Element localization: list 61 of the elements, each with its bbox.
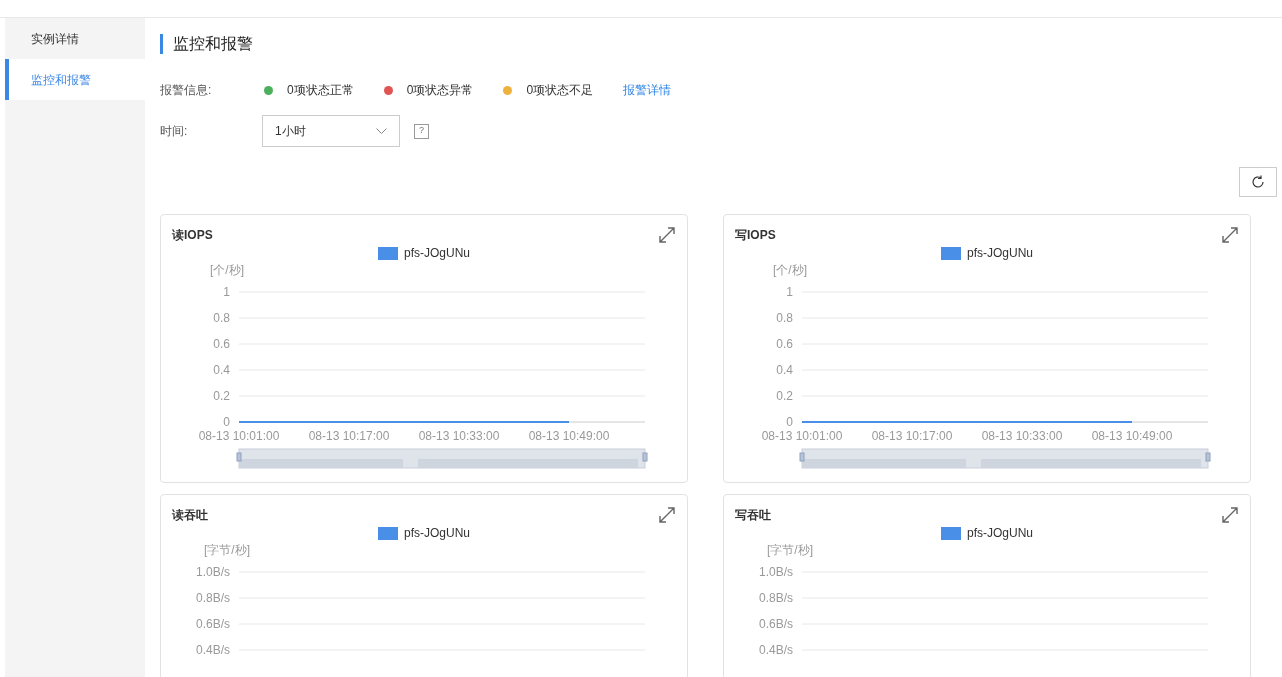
x-tick-label: 08-13 10:01:00 (198, 429, 280, 443)
legend-label: pfs-JOgUNu (967, 245, 1033, 262)
y-tick-label: 0.6 (213, 337, 230, 351)
sidebar-item[interactable]: 监控和报警 (5, 59, 145, 100)
x-tick-label: 08-13 10:49:00 (528, 429, 610, 443)
y-tick-label: 0.4 (213, 363, 230, 377)
help-button[interactable]: ? (414, 123, 429, 139)
y-tick-label: 0.8B/s (758, 591, 793, 605)
status-text: 0项状态正常 (287, 82, 354, 99)
time-label: 时间: (160, 123, 189, 140)
page-title: 监控和报警 (173, 34, 253, 54)
alarm-details-link[interactable]: 报警详情 (623, 81, 672, 99)
y-tick-label: 0.8 (776, 311, 793, 325)
refresh-button[interactable] (1239, 167, 1277, 197)
y-tick-label: 0.2 (213, 389, 230, 403)
y-axis-unit: [字节/秒] (767, 543, 813, 557)
y-tick-label: 0.4B/s (758, 643, 793, 657)
y-tick-label: 1 (786, 285, 793, 299)
y-tick-label: 0.6B/s (758, 617, 793, 631)
x-tick-label: 08-13 10:33:00 (418, 429, 500, 443)
legend-label: pfs-JOgUNu (404, 525, 470, 542)
alarm-label: 报警信息: (160, 82, 213, 99)
time-select[interactable]: 1小时 (262, 115, 400, 147)
y-axis-unit: [个/秒] (210, 263, 244, 277)
zoom-slider[interactable] (799, 448, 1211, 469)
status-text: 0项状态不足 (526, 82, 594, 99)
chart-title: 写吞吐 (735, 507, 771, 524)
x-tick-label: 08-13 10:49:00 (1091, 429, 1173, 443)
x-tick-label: 08-13 10:17:00 (308, 429, 390, 443)
title-accent-bar (160, 34, 163, 54)
y-tick-label: 1.0B/s (758, 565, 793, 579)
y-tick-label: 0.8 (213, 311, 230, 325)
sidebar-item[interactable]: 实例详情 (5, 18, 145, 59)
y-tick-label: 0.6 (776, 337, 793, 351)
y-tick-label: 0 (786, 415, 793, 429)
y-tick-label: 0.6B/s (195, 617, 230, 631)
y-tick-label: 0.8B/s (195, 591, 230, 605)
y-tick-label: 0.4B/s (195, 643, 230, 657)
legend-label: pfs-JOgUNu (404, 245, 470, 262)
expand-icon[interactable] (1221, 226, 1239, 244)
zoom-slider[interactable] (236, 448, 648, 469)
y-tick-label: 1.0B/s (195, 565, 230, 579)
chart-title: 写IOPS (735, 227, 776, 244)
expand-icon[interactable] (1221, 506, 1239, 524)
y-tick-label: 0.2 (776, 389, 793, 403)
x-tick-label: 08-13 10:01:00 (761, 429, 843, 443)
y-axis-unit: [字节/秒] (204, 543, 250, 557)
legend-label: pfs-JOgUNu (967, 525, 1033, 542)
y-tick-label: 0.4 (776, 363, 793, 377)
refresh-icon (1251, 175, 1265, 189)
chevron-down-icon (376, 127, 387, 135)
expand-icon[interactable] (658, 226, 676, 244)
x-tick-label: 08-13 10:17:00 (871, 429, 953, 443)
expand-icon[interactable] (658, 506, 676, 524)
status-text: 0项状态异常 (406, 82, 474, 99)
y-tick-label: 0 (223, 415, 230, 429)
y-tick-label: 1 (223, 285, 230, 299)
chart-title: 读吞吐 (172, 507, 208, 524)
y-axis-unit: [个/秒] (773, 263, 807, 277)
x-tick-label: 08-13 10:33:00 (981, 429, 1063, 443)
chart-title: 读IOPS (172, 227, 213, 244)
